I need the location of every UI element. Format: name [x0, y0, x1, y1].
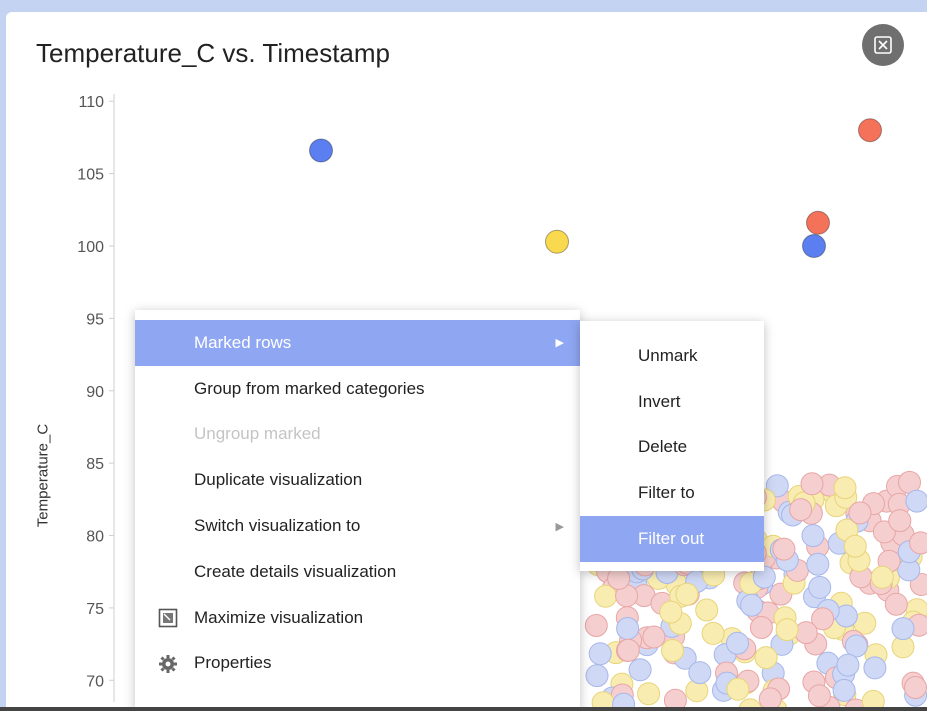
- faded-point: [616, 638, 640, 662]
- submenu-item-label: Filter out: [638, 529, 705, 549]
- faded-point: [884, 592, 908, 616]
- menu-item-ungroup-marked: Ungroup marked: [135, 412, 580, 458]
- faded-point: [749, 616, 773, 639]
- submenu-arrow-icon: ▶: [555, 337, 564, 350]
- faded-point: [833, 476, 857, 500]
- y-tick-label: 85: [86, 456, 104, 473]
- close-visualization-button[interactable]: [862, 24, 904, 66]
- faded-point: [800, 472, 824, 496]
- faded-point: [905, 489, 927, 513]
- menu-item-label: Create details visualization: [194, 561, 397, 581]
- submenu-item-delete[interactable]: Delete: [580, 425, 764, 471]
- chart-title: Temperature_C vs. Timestamp: [36, 38, 391, 68]
- menu-item-label: Marked rows: [194, 332, 292, 352]
- y-tick-label: 90: [86, 384, 104, 401]
- submenu-item-label: Delete: [638, 437, 688, 457]
- y-tick-label: 95: [86, 311, 104, 328]
- data-point[interactable]: [545, 229, 569, 254]
- faded-point: [891, 617, 915, 641]
- faded-point: [588, 642, 612, 666]
- faded-point: [701, 621, 725, 645]
- faded-point: [863, 656, 887, 680]
- faded-point: [904, 676, 927, 699]
- menu-item-switch-visualization-to[interactable]: Switch visualization to ▶: [135, 503, 580, 549]
- data-point[interactable]: [309, 138, 333, 163]
- faded-point: [637, 682, 661, 706]
- menu-item-label: Duplicate visualization: [194, 470, 363, 490]
- faded-point: [726, 631, 749, 655]
- submenu-item-label: Unmark: [638, 345, 698, 365]
- data-point[interactable]: [806, 210, 830, 235]
- faded-point: [675, 582, 699, 606]
- faded-point: [695, 598, 719, 622]
- bottom-strip: [0, 707, 927, 711]
- faded-point: [832, 678, 856, 702]
- faded-point: [584, 614, 608, 637]
- y-tick-label: 105: [77, 167, 104, 184]
- faded-point: [870, 565, 894, 589]
- gear-icon: [157, 653, 179, 675]
- submenu-item-label: Filter to: [638, 483, 695, 503]
- faded-point: [843, 534, 867, 558]
- menu-item-label: Maximize visualization: [194, 607, 364, 627]
- menu-item-label: Group from marked categories: [194, 378, 425, 398]
- faded-point: [628, 658, 652, 682]
- submenu-item-label: Invert: [638, 391, 681, 411]
- faded-point: [806, 552, 830, 576]
- submenu-item-unmark[interactable]: Unmark: [580, 333, 764, 379]
- faded-point: [659, 600, 683, 624]
- submenu-item-filter-out[interactable]: Filter out: [580, 516, 764, 562]
- faded-point: [726, 677, 750, 701]
- submenu-item-filter-to[interactable]: Filter to: [580, 470, 764, 516]
- maximize-icon: [157, 607, 179, 629]
- menu-item-create-details-visualization[interactable]: Create details visualization: [135, 549, 580, 595]
- context-menu: Marked rows ▶ Group from marked categories…: [135, 310, 580, 710]
- data-point[interactable]: [802, 234, 826, 258]
- faded-point: [585, 664, 609, 688]
- y-tick-label: 100: [77, 239, 104, 256]
- menu-item-maximize-visualization[interactable]: Maximize visualization: [135, 595, 580, 641]
- submenu-item-invert[interactable]: Invert: [580, 379, 764, 425]
- faded-point: [801, 524, 825, 548]
- faded-point: [754, 646, 778, 670]
- faded-point: [789, 498, 813, 522]
- y-tick-label: 80: [86, 529, 104, 546]
- faded-point: [688, 661, 712, 685]
- faded-point: [772, 537, 796, 561]
- faded-point: [661, 639, 684, 662]
- faded-point: [808, 575, 832, 599]
- menu-item-label: Properties: [194, 653, 272, 673]
- faded-point: [616, 617, 640, 640]
- data-point[interactable]: [858, 118, 882, 143]
- menu-item-marked-rows[interactable]: Marked rows ▶: [135, 320, 580, 366]
- menu-item-properties[interactable]: Properties: [135, 641, 580, 687]
- y-tick-label: 110: [78, 94, 104, 111]
- y-tick-label: 70: [86, 673, 104, 690]
- faded-point: [836, 653, 860, 677]
- faded-point: [740, 593, 764, 617]
- faded-point: [775, 618, 799, 642]
- y-tick-label: 75: [86, 601, 104, 618]
- submenu-arrow-icon: ▶: [555, 520, 564, 533]
- faded-point: [807, 684, 831, 708]
- menu-item-duplicate-visualization[interactable]: Duplicate visualization: [135, 457, 580, 503]
- menu-item-group-from-marked-categories[interactable]: Group from marked categories: [135, 366, 580, 412]
- faded-point: [909, 531, 927, 555]
- menu-item-label: Switch visualization to: [194, 516, 361, 536]
- y-axis-label: Temperature_C: [34, 423, 52, 528]
- faded-point: [888, 509, 912, 533]
- faded-point: [794, 621, 818, 645]
- menu-item-label: Ungroup marked: [194, 424, 321, 444]
- marked-rows-submenu: Unmark Invert Delete Filter to Filter out: [580, 321, 764, 571]
- faded-point: [848, 501, 872, 525]
- faded-point: [642, 625, 666, 649]
- close-visualization-icon: [874, 36, 892, 54]
